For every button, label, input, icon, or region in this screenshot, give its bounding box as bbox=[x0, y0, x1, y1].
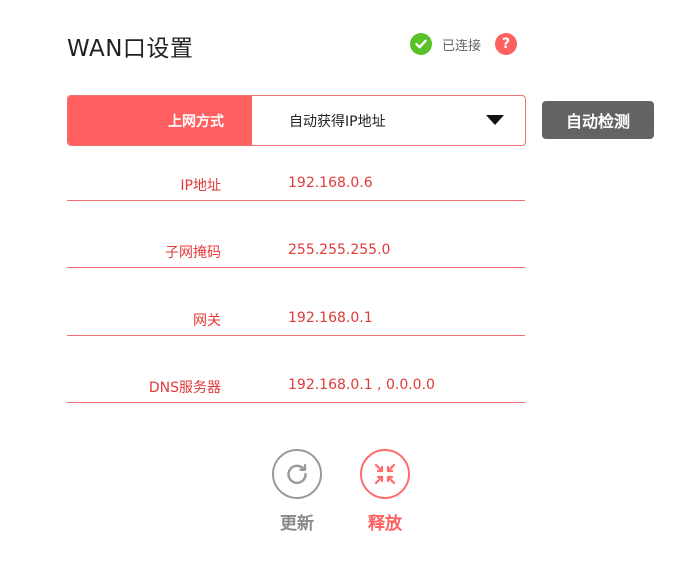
dns-label: DNS服务器 bbox=[148, 380, 221, 396]
ip-value: 192.168.0.6 bbox=[288, 175, 373, 191]
release-label: 释放 bbox=[368, 514, 402, 534]
gateway-value: 192.168.0.1 bbox=[288, 310, 373, 326]
gateway-label: 网关 bbox=[193, 313, 221, 329]
dns-value: 192.168.0.1 , 0.0.0.0 bbox=[288, 377, 435, 393]
collapse-arrows-icon bbox=[360, 449, 410, 499]
release-button[interactable]: 释放 bbox=[345, 449, 425, 534]
info-row-subnet: 子网掩码 255.255.255.0 bbox=[67, 234, 525, 268]
info-row-dns: DNS服务器 192.168.0.1 , 0.0.0.0 bbox=[67, 369, 525, 403]
info-row-gateway: 网关 192.168.0.1 bbox=[67, 302, 525, 336]
check-circle-icon bbox=[410, 33, 432, 55]
connection-type-row: 上网方式 自动获得IP地址 bbox=[67, 95, 526, 146]
chevron-down-icon bbox=[486, 115, 504, 125]
help-icon[interactable]: ? bbox=[495, 33, 518, 55]
connection-type-value: 自动获得IP地址 bbox=[289, 113, 386, 130]
info-row-ip: IP地址 192.168.0.6 bbox=[67, 167, 525, 201]
connection-status: 已连接 ? bbox=[410, 33, 518, 55]
subnet-value: 255.255.255.0 bbox=[288, 242, 391, 258]
auto-detect-button[interactable]: 自动检测 bbox=[542, 101, 654, 139]
connection-type-label: 上网方式 bbox=[68, 96, 252, 145]
refresh-button[interactable]: 更新 bbox=[257, 449, 337, 534]
ip-label: IP地址 bbox=[180, 178, 221, 194]
connection-type-select[interactable]: 自动获得IP地址 bbox=[252, 96, 525, 145]
page-title: WAN口设置 bbox=[67, 36, 194, 62]
refresh-icon bbox=[272, 449, 322, 499]
subnet-label: 子网掩码 bbox=[165, 245, 221, 261]
refresh-label: 更新 bbox=[280, 514, 314, 534]
status-label: 已连接 bbox=[442, 38, 482, 54]
